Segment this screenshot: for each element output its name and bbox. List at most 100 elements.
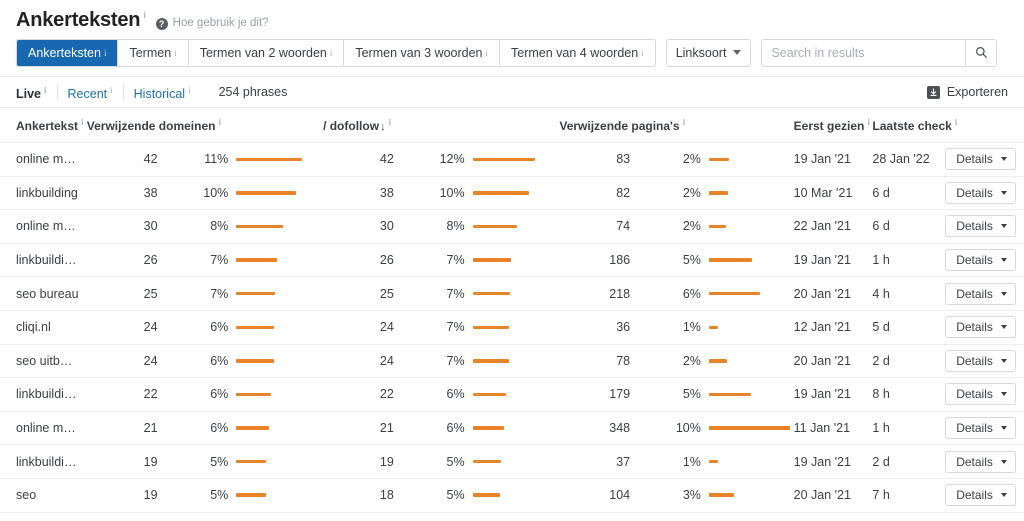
table-row[interactable]: online marketing bureau cliqi216%216%348… (0, 411, 1024, 446)
details-label: Details (956, 488, 993, 503)
bar-dofollow (472, 426, 504, 430)
chevron-down-icon (1000, 358, 1007, 363)
table-row[interactable]: seo bureau 25 7% 25 7% 218 6% 20 Jan '21 4 h Deta… (0, 276, 1024, 311)
download-icon (926, 85, 940, 99)
cell-referring-pages-bar (708, 209, 788, 244)
info-icon[interactable]: i (44, 85, 47, 95)
table-row[interactable]: online marketing bureau4211%4212%832%19 … (0, 142, 1024, 177)
table-header: Ankertekst i Verwijzende domeinen i / dofo… (0, 108, 1024, 143)
info-icon[interactable]: i (81, 117, 84, 127)
link-type-dropdown[interactable]: Linksoort (665, 38, 752, 67)
details-label: Details (956, 253, 993, 268)
column-header-referring-domains[interactable]: Verwijzende domeinen i (78, 108, 316, 143)
details-button[interactable]: Details (945, 215, 1016, 238)
export-button[interactable]: Exporteren (926, 85, 1008, 99)
details-label: Details (956, 286, 993, 301)
details-button[interactable]: Details (945, 450, 1016, 473)
anchor-text-value: seo uitbesteden (16, 353, 79, 368)
details-button[interactable]: Details (945, 148, 1016, 171)
column-header-last-check[interactable]: Laatste check i (866, 108, 957, 143)
cell-dofollow-percent: 8% (393, 209, 473, 244)
info-icon[interactable]: i (867, 117, 870, 127)
tab-termen[interactable]: Termen i (118, 39, 189, 66)
cell-last-check: 1 h (866, 243, 946, 278)
info-icon[interactable]: i (683, 117, 686, 127)
table-row[interactable]: linkbuilding uitbesteden226%226%1795%19 … (0, 377, 1024, 412)
cell-referring-pages-bar (708, 243, 788, 278)
table-row[interactable]: linkbuilding bureau267%267%1865%19 Jan '… (0, 243, 1024, 278)
info-icon[interactable]: i (143, 10, 146, 20)
details-button[interactable]: Details (945, 316, 1016, 339)
tab-label: Termen van 3 woorden (355, 45, 483, 60)
chevron-down-icon (1000, 426, 1007, 431)
bar-referring-pages (708, 359, 727, 363)
info-icon[interactable]: i (330, 48, 333, 58)
cell-dofollow-percent: 5% (393, 478, 473, 513)
bar-referring-domains (236, 325, 275, 330)
info-icon[interactable]: i (955, 117, 958, 127)
cell-dofollow: 22 (315, 377, 394, 412)
cell-referring-pages-bar (708, 276, 788, 311)
tab-termen-2-woorden[interactable]: Termen van 2 woorden i (188, 39, 345, 66)
info-icon[interactable]: i (104, 48, 107, 58)
subtab-recent[interactable]: Recent i (68, 82, 124, 102)
phrase-count: 254 phrases (218, 85, 288, 99)
info-icon[interactable]: i (218, 117, 221, 127)
bar-referring-pages (708, 325, 718, 330)
subtab-label: Live (16, 87, 42, 102)
details-button[interactable]: Details (945, 484, 1016, 507)
details-button[interactable]: Details (945, 181, 1016, 204)
table-row[interactable]: linkbuilding strategie195%195%371%19 Jan… (0, 444, 1024, 479)
info-icon[interactable]: i (110, 85, 113, 95)
search-input[interactable] (762, 39, 966, 66)
details-button[interactable]: Details (945, 417, 1016, 440)
table-row[interactable]: seo uitbesteden246%247%782%20 Jan '212 d… (0, 344, 1024, 379)
cell-referring-domains: 26 (78, 243, 158, 278)
tab-ankerteksten[interactable]: Ankerteksten i (17, 39, 119, 66)
bar-referring-domains (236, 392, 272, 397)
how-to-use-label: Hoe gebruik je dit? (172, 17, 269, 29)
cell-referring-pages-bar (708, 377, 788, 412)
sort-descending-icon: ↓ (380, 121, 386, 133)
info-icon[interactable]: i (174, 48, 177, 58)
info-icon[interactable]: i (188, 85, 191, 95)
subtab-live[interactable]: Live i (16, 82, 58, 102)
anchor-text-value: linkbuilding (16, 185, 78, 200)
bar-referring-pages (708, 258, 752, 262)
subtab-historical[interactable]: Historical i (134, 83, 201, 101)
cell-dofollow-bar (472, 344, 552, 379)
details-button[interactable]: Details (945, 249, 1016, 272)
column-header-first-seen[interactable]: Eerst gezien i (787, 108, 870, 143)
info-icon[interactable]: i (486, 48, 489, 58)
table-row[interactable]: seo 19 5% 18 5% 104 3% 20 Jan '21 7 h Details (0, 478, 1024, 513)
column-header-referring-pages[interactable]: Verwijzende pagina's i (551, 108, 788, 143)
table-header-row: Ankertekst i Verwijzende domeinen i / dofo… (0, 108, 1024, 143)
info-icon[interactable]: i (641, 48, 644, 58)
cell-details: Details (945, 310, 1024, 345)
cell-first-seen: 20 Jan '21 (787, 344, 867, 379)
table-row[interactable]: online marketing uitbesteden308%308%742%… (0, 209, 1024, 244)
tab-label: Termen van 4 woorden (511, 45, 639, 60)
search-button[interactable] (965, 39, 997, 66)
info-icon[interactable]: i (389, 117, 392, 127)
cell-last-check: 4 h (866, 276, 946, 311)
bar-dofollow (472, 224, 517, 229)
details-button[interactable]: Details (945, 282, 1016, 305)
cell-referring-domains-bar (236, 243, 316, 278)
how-to-use-link[interactable]: ? Hoe gebruik je dit? (155, 17, 269, 30)
table-row[interactable]: linkbuilding 38 10% 38 10% 82 2% 10 Mar '21 6 dD… (0, 176, 1024, 211)
column-label: Verwijzende pagina's (559, 119, 680, 133)
cell-last-check: 2 d (866, 444, 946, 479)
details-button[interactable]: Details (945, 349, 1016, 372)
cell-referring-domains-percent: 11% (157, 142, 237, 177)
cell-dofollow-bar (472, 478, 552, 513)
tab-termen-3-woorden[interactable]: Termen van 3 woorden i (344, 39, 501, 66)
details-button[interactable]: Details (945, 383, 1016, 406)
cell-referring-domains-bar (236, 344, 316, 379)
tab-termen-4-woorden[interactable]: Termen van 4 woorden i (500, 39, 655, 66)
table-row[interactable]: cliqi.nl 24 6% 24 7% 36 1% 12 Jan '21 5 d Details (0, 310, 1024, 345)
column-header-anchor[interactable]: Ankertekst i (0, 108, 84, 143)
cell-referring-pages: 348 (551, 411, 631, 446)
column-header-dofollow[interactable]: / dofollow↓ i (315, 108, 552, 143)
bar-dofollow (472, 191, 529, 195)
